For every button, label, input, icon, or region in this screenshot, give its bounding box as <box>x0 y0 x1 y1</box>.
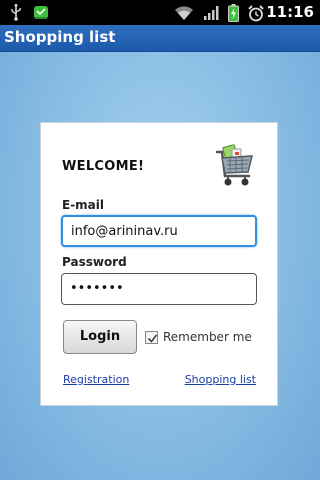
welcome-heading: WELCOME! <box>62 159 145 174</box>
shopping-cart-icon <box>215 142 255 190</box>
email-field[interactable]: info@arininav.ru <box>61 215 257 247</box>
alarm-icon <box>248 4 264 26</box>
usb-icon <box>10 3 22 25</box>
remember-me-checkbox[interactable] <box>145 330 158 344</box>
signal-icon <box>203 5 219 25</box>
app-title: Shopping list <box>4 28 116 46</box>
login-card: WELCOME! E-mail info@arininav.ru Passwor… <box>40 122 278 406</box>
password-field[interactable]: ••••••• <box>61 273 257 305</box>
remember-me-toggle[interactable]: Remember me <box>145 330 252 344</box>
email-label: E-mail <box>62 198 105 212</box>
app-title-bar: Shopping list <box>0 25 320 52</box>
login-button[interactable]: Login <box>63 320 137 354</box>
android-robot-icon <box>32 3 50 25</box>
registration-link[interactable]: Registration <box>63 373 129 386</box>
password-label: Password <box>62 255 127 269</box>
status-bar: 11:16 <box>0 0 320 25</box>
shopping-list-link[interactable]: Shopping list <box>185 373 256 386</box>
status-time: 11:16 <box>266 3 314 21</box>
wifi-icon <box>174 5 194 25</box>
battery-charging-icon <box>228 4 239 26</box>
remember-me-label: Remember me <box>163 330 252 344</box>
